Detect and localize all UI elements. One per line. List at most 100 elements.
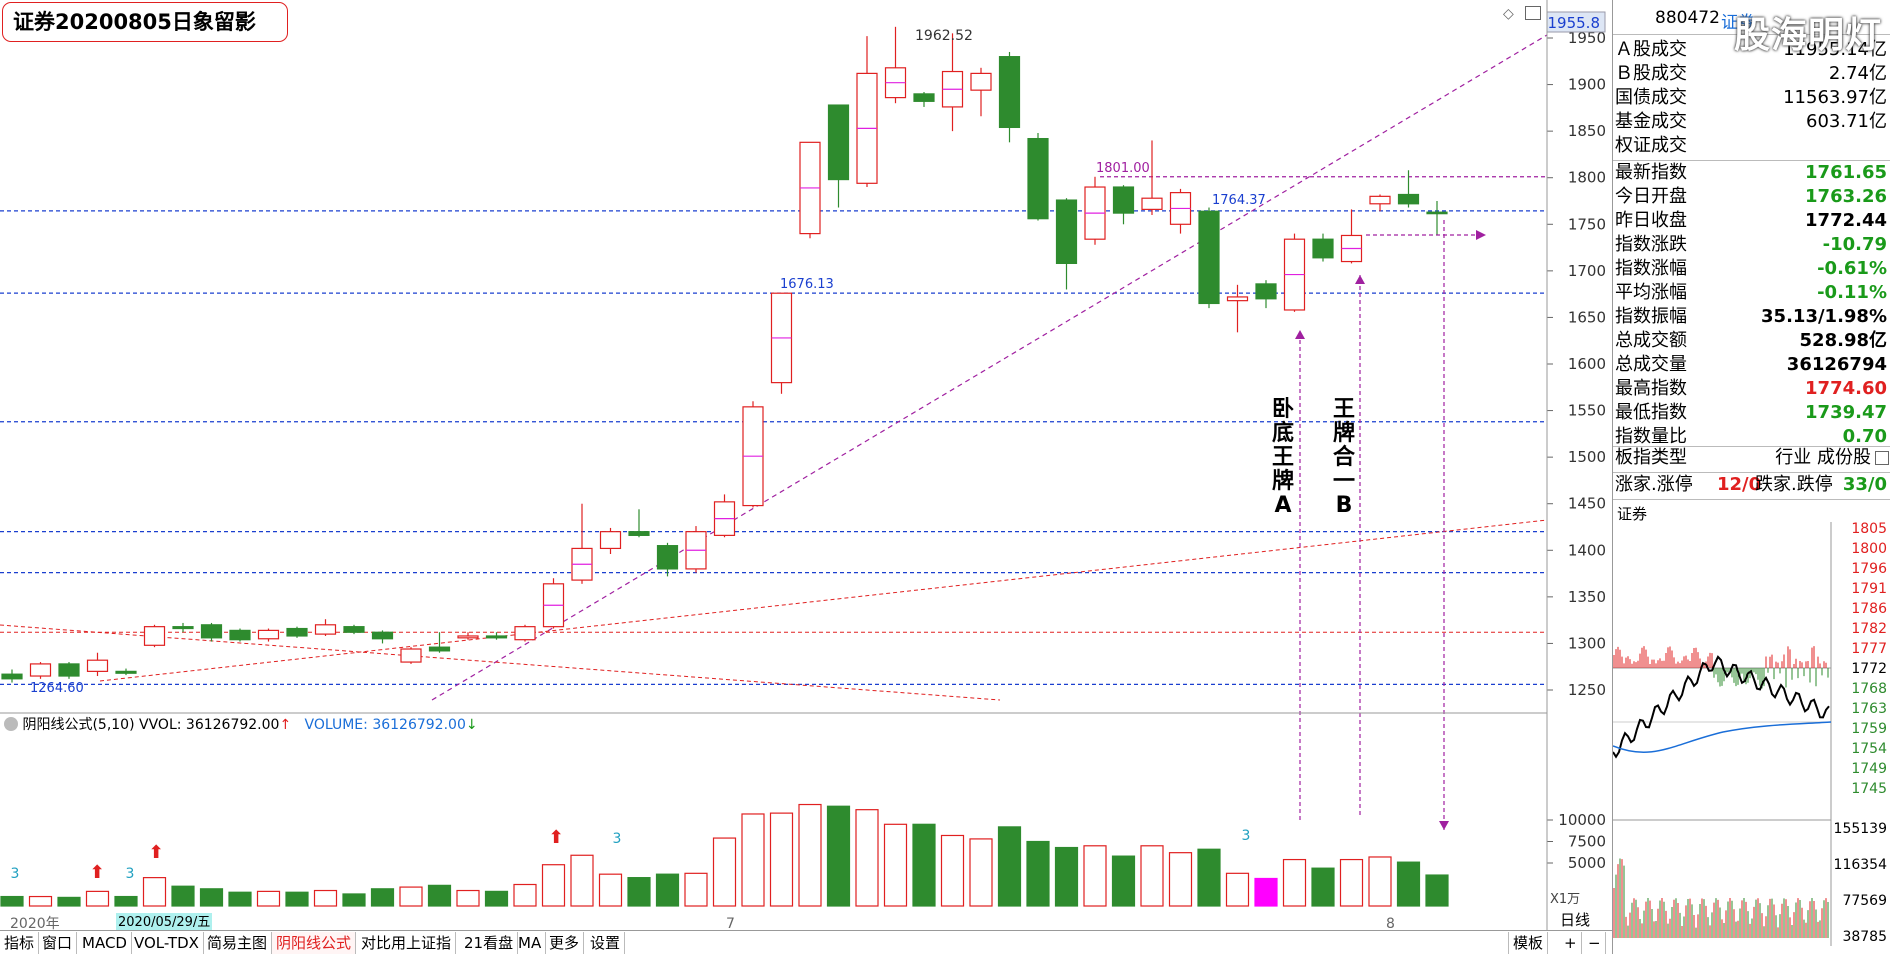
diamond-icon[interactable]: ◇ bbox=[1503, 6, 1514, 22]
mini-volume-label: 77569 bbox=[1842, 893, 1887, 909]
high-price-label: 1962.52 bbox=[915, 28, 973, 44]
volume-bar-up bbox=[541, 864, 566, 907]
tab-yinyang-formula[interactable]: 阴阳线公式 bbox=[272, 932, 357, 954]
bottom-toolbar: 指标 窗口 MACD VOL-TDX 简易主图 阴阳线公式 对比用上证指 21看… bbox=[0, 930, 1612, 954]
quote-label: 最新指数 bbox=[1615, 162, 1687, 183]
quote-value: -0.61% bbox=[1817, 258, 1887, 279]
volume-bar-down bbox=[370, 888, 395, 907]
tab-vol-tdx[interactable]: VOL-TDX bbox=[130, 932, 204, 954]
candle-down bbox=[428, 646, 451, 652]
quote-value: 11563.97亿 bbox=[1783, 87, 1887, 108]
volume-bar-down bbox=[1396, 861, 1421, 907]
quote-label: 指数振幅 bbox=[1615, 306, 1687, 327]
quote-label: 昨日收盘 bbox=[1615, 210, 1687, 231]
volume-bar-up bbox=[598, 873, 623, 907]
zoom-out-button[interactable]: − bbox=[1584, 932, 1606, 954]
tab-indicator[interactable]: 指标 bbox=[0, 932, 40, 954]
quote-value: 1774.60 bbox=[1805, 378, 1887, 399]
annotation-a: 牌 bbox=[1272, 468, 1294, 494]
candle-down bbox=[656, 545, 679, 570]
tab-compare-sh[interactable]: 对比用上证指 bbox=[357, 932, 457, 954]
price-tick-label: 1500 bbox=[1568, 448, 1606, 466]
volume-bar-up bbox=[85, 890, 110, 907]
signal-count-label: 3 bbox=[613, 831, 622, 847]
volume-bar-up bbox=[969, 838, 993, 907]
window-icon[interactable] bbox=[1525, 6, 1541, 20]
candle-up bbox=[400, 648, 422, 663]
price-tick-label: 1250 bbox=[1568, 681, 1606, 699]
trend-line-red bbox=[99, 519, 1548, 682]
candle-series bbox=[1, 26, 1448, 683]
intraday-mini-chart[interactable]: 1805 1800 1796 1791 1786 1782 1777 1772 1768 1763… bbox=[1613, 522, 1890, 946]
mini-price-label: 1772 bbox=[1851, 661, 1887, 677]
quote-value: 1763.26 bbox=[1805, 186, 1887, 207]
mini-price-label: 1759 bbox=[1851, 721, 1887, 737]
volume-bar-up bbox=[28, 895, 53, 907]
tab-simple-main[interactable]: 简易主图 bbox=[203, 932, 273, 954]
trend-line-up bbox=[431, 34, 1548, 701]
template-button[interactable]: 模板 bbox=[1508, 932, 1549, 954]
quote-value: -10.79 bbox=[1822, 234, 1887, 255]
mini-price-label: 1805 bbox=[1851, 522, 1887, 537]
tab-window[interactable]: 窗口 bbox=[38, 932, 78, 954]
arrow-head-icon bbox=[1476, 230, 1486, 240]
signal-count-label: 3 bbox=[11, 866, 20, 882]
candle-up bbox=[514, 626, 536, 641]
grid-icon[interactable] bbox=[1875, 451, 1889, 465]
candle-down bbox=[1198, 210, 1220, 305]
daily-label: 日线 bbox=[1560, 911, 1590, 929]
x-label-cursor: 2020/05/29/五 bbox=[118, 915, 210, 930]
volume-bar-up bbox=[1140, 845, 1164, 907]
tab-ma[interactable]: MA bbox=[514, 932, 547, 954]
quote-value: 1739.47 bbox=[1805, 402, 1887, 423]
quote-value: 528.98亿 bbox=[1799, 330, 1887, 351]
mini-price-line bbox=[1613, 655, 1830, 759]
price-tick-label: 1900 bbox=[1568, 76, 1606, 94]
volume-axis: 10000 7500 5000 X1万日线 bbox=[1547, 811, 1606, 929]
tab-21-watch[interactable]: 21看盘 bbox=[460, 932, 519, 954]
resistance-label: 1801.00 bbox=[1096, 161, 1150, 176]
volume-bar-up bbox=[769, 812, 794, 907]
volume-bar-down bbox=[997, 826, 1022, 907]
arrow-head-icon bbox=[1295, 330, 1305, 339]
volume-bar-up bbox=[798, 803, 822, 907]
x-label-july: 7 bbox=[726, 916, 735, 930]
app-window: { "title": "证券20200805日象留影", "chart_data… bbox=[0, 0, 1890, 954]
current-price-label: 1955.8 bbox=[1548, 14, 1601, 32]
quote-row: 指数涨幅 -0.61% bbox=[1615, 257, 1890, 281]
volume-bar-up bbox=[712, 837, 737, 907]
indicator-name[interactable]: 阴阳线公式(5,10) bbox=[22, 717, 134, 733]
volume-unit-label: X1万 bbox=[1550, 892, 1580, 907]
volume-bar-down bbox=[228, 891, 252, 907]
kline-chart[interactable]: 1950190018501800175017001650160015501500… bbox=[0, 0, 1612, 930]
volume-bar-up bbox=[684, 872, 708, 907]
volume-bar-up bbox=[1368, 856, 1392, 907]
candle-down bbox=[286, 627, 308, 637]
volume-bar-down bbox=[171, 885, 195, 907]
annotation-b: B bbox=[1336, 493, 1353, 518]
price-axis: 1950190018501800175017001650160015501500… bbox=[1546, 11, 1606, 699]
quote-row: 今日开盘 1763.26 bbox=[1615, 185, 1890, 209]
tab-settings[interactable]: 设置 bbox=[586, 932, 626, 954]
volume-bar-down bbox=[0, 895, 24, 907]
collapse-icon[interactable] bbox=[4, 717, 18, 731]
arrow-head-icon bbox=[1439, 821, 1449, 830]
candle-up bbox=[29, 663, 52, 677]
vvol-value: VVOL: 36126792.00 bbox=[139, 717, 280, 733]
chart-title: 证券20200805日象留影 bbox=[2, 2, 288, 42]
quote-value: -0.11% bbox=[1817, 282, 1887, 303]
annotation-a: 底 bbox=[1272, 420, 1294, 446]
volume-bar-down bbox=[1425, 874, 1449, 907]
volume-tick-label: 7500 bbox=[1568, 833, 1606, 851]
candle-up bbox=[1369, 195, 1391, 205]
volume-bar-down bbox=[655, 873, 680, 907]
volume-bar-down bbox=[1026, 840, 1050, 907]
signal-count-label: 3 bbox=[126, 866, 135, 882]
tab-more[interactable]: 更多 bbox=[545, 932, 585, 954]
quote-label: 今日开盘 bbox=[1615, 186, 1687, 207]
quote-label: 总成交量 bbox=[1615, 354, 1687, 375]
zoom-in-button[interactable]: + bbox=[1560, 932, 1582, 954]
tab-macd[interactable]: MACD bbox=[78, 932, 132, 954]
candle-up bbox=[314, 624, 337, 635]
candle-up bbox=[1141, 197, 1163, 210]
